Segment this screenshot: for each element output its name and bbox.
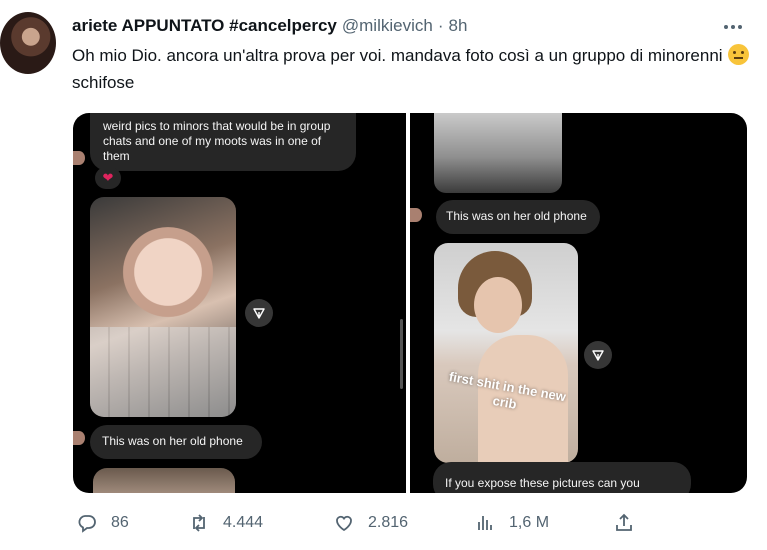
retweet-icon <box>193 514 205 532</box>
heart-icon <box>336 515 352 532</box>
sender-avatar-icon <box>73 151 85 165</box>
tweet-text-main: Oh mio Dio. ancora un'altra prova per vo… <box>72 46 723 65</box>
share-icon <box>616 513 632 531</box>
message-bubble: If you expose these pictures can you <box>433 462 691 493</box>
shared-photo <box>90 197 236 417</box>
send-icon <box>584 341 612 369</box>
tweet-actions: 86 4.444 2.816 1,6 M <box>72 506 752 540</box>
shared-photo-partial <box>93 468 235 493</box>
sender-avatar-icon <box>410 208 422 222</box>
views-chart-icon <box>478 516 492 530</box>
photo-face <box>118 227 218 327</box>
neutral-face-emoji-icon <box>728 44 750 65</box>
tweet-media[interactable]: weird pics to minors that would be in gr… <box>73 113 747 493</box>
views-button[interactable]: 1,6 M <box>475 506 549 540</box>
media-image-right[interactable]: This was on her old phone first shit in … <box>410 113 747 493</box>
more-options-icon[interactable] <box>718 16 748 38</box>
user-handle[interactable]: @milkievich <box>342 16 433 36</box>
reply-icon <box>78 515 96 533</box>
reply-button[interactable]: 86 <box>77 506 129 540</box>
heart-reaction-icon: ❤ <box>95 167 121 189</box>
retweet-button[interactable]: 4.444 <box>189 506 263 540</box>
dot-separator: · <box>437 16 444 35</box>
tweet-text: Oh mio Dio. ancora un'altra prova per vo… <box>72 42 752 96</box>
message-bubble: weird pics to minors that would be in gr… <box>90 113 356 171</box>
retweet-count: 4.444 <box>223 514 264 531</box>
photo-face <box>474 277 522 333</box>
avatar[interactable] <box>0 12 56 74</box>
shared-photo-partial <box>434 113 562 193</box>
message-bubble: This was on her old phone <box>436 200 600 234</box>
scrollbar <box>400 319 403 389</box>
photo-background <box>90 327 236 417</box>
reply-count: 86 <box>111 514 129 531</box>
like-count: 2.816 <box>368 514 409 531</box>
display-name[interactable]: ariete APPUNTATO #cancelpercy <box>72 16 337 36</box>
tweet-header: ariete APPUNTATO #cancelpercy @milkievic… <box>72 14 752 38</box>
shared-photo: first shit in the new crib <box>434 243 578 463</box>
tweet-time[interactable]: 8h <box>448 16 467 36</box>
sender-avatar-icon <box>73 431 85 445</box>
message-bubble: This was on her old phone <box>90 425 262 459</box>
like-button[interactable]: 2.816 <box>334 506 408 540</box>
media-image-left[interactable]: weird pics to minors that would be in gr… <box>73 113 406 493</box>
views-count: 1,6 M <box>509 514 550 531</box>
share-button[interactable] <box>614 506 634 540</box>
tweet-text-end: schifose <box>72 73 135 92</box>
send-icon <box>245 299 273 327</box>
